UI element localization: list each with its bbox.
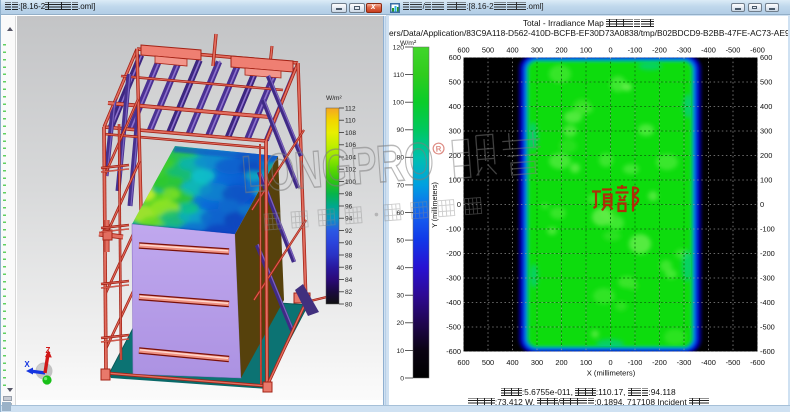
svg-text:600: 600 [449,53,461,62]
svg-text:88: 88 [345,252,353,259]
svg-text:-200: -200 [446,249,461,258]
svg-text:300: 300 [531,358,543,367]
svg-text:0: 0 [608,46,612,55]
svg-text:-400: -400 [701,358,716,367]
svg-text:Z: Z [46,346,51,355]
svg-text:500: 500 [760,78,772,87]
svg-text:108: 108 [345,130,356,137]
svg-text:500: 500 [482,46,494,55]
svg-text:100: 100 [393,100,405,107]
svg-text:80: 80 [345,301,353,308]
svg-text:200: 200 [555,358,567,367]
svg-text:100: 100 [580,358,592,367]
svg-text:0: 0 [760,200,764,209]
svg-text:X: X [24,360,30,369]
svg-text:-300: -300 [677,358,692,367]
svg-text:-100: -100 [760,225,775,234]
svg-text:-600: -600 [750,358,765,367]
svg-text:Y (millimeters): Y (millimeters) [430,182,439,228]
svg-text:200: 200 [449,151,461,160]
svg-text:400: 400 [760,102,772,111]
svg-text:0: 0 [457,200,461,209]
svg-text:112: 112 [345,105,356,112]
svg-text:100: 100 [345,179,356,186]
svg-text:20: 20 [396,320,404,327]
svg-text:84: 84 [345,277,353,284]
svg-text:-200: -200 [652,46,667,55]
svg-text:10: 10 [396,348,404,355]
svg-text:-500: -500 [726,46,741,55]
svg-text:104: 104 [345,154,356,161]
svg-text:-500: -500 [760,323,775,332]
svg-text:-200: -200 [652,358,667,367]
svg-text:82: 82 [345,289,353,296]
svg-text:86: 86 [345,265,353,272]
svg-text:500: 500 [449,78,461,87]
svg-text:300: 300 [531,46,543,55]
svg-text:-100: -100 [628,46,643,55]
svg-text:W/m²: W/m² [326,95,343,102]
svg-text:-600: -600 [760,347,775,356]
svg-text:200: 200 [555,46,567,55]
svg-text:-600: -600 [446,347,461,356]
svg-text:92: 92 [345,228,353,235]
svg-text:50: 50 [396,238,404,245]
svg-text:300: 300 [449,127,461,136]
svg-text:90: 90 [345,240,353,247]
svg-text:0: 0 [608,358,612,367]
svg-text:110: 110 [345,118,356,125]
svg-text:102: 102 [345,167,356,174]
svg-text:-400: -400 [446,298,461,307]
svg-text:106: 106 [345,142,356,149]
svg-text:-100: -100 [628,358,643,367]
svg-text:-400: -400 [701,46,716,55]
svg-text:70: 70 [396,182,404,189]
svg-text:300: 300 [760,127,772,136]
svg-text:40: 40 [396,265,404,272]
svg-text:500: 500 [482,358,494,367]
svg-text:-100: -100 [446,225,461,234]
svg-text:-400: -400 [760,298,775,307]
svg-text:-200: -200 [760,249,775,258]
svg-text:100: 100 [449,176,461,185]
svg-text:-500: -500 [446,323,461,332]
svg-text:400: 400 [506,358,518,367]
svg-text:60: 60 [396,210,404,217]
svg-text:X (millimeters): X (millimeters) [587,369,636,378]
svg-text:0: 0 [400,375,404,382]
svg-text:96: 96 [345,203,353,210]
svg-text:90: 90 [396,127,404,134]
svg-text:400: 400 [506,46,518,55]
svg-text:600: 600 [760,53,772,62]
svg-text:94: 94 [345,216,353,223]
svg-text:400: 400 [449,102,461,111]
svg-text:80: 80 [396,155,404,162]
svg-text:-300: -300 [677,46,692,55]
svg-text:600: 600 [457,358,469,367]
svg-text:200: 200 [760,151,772,160]
svg-text:120: 120 [393,44,405,51]
svg-text:-500: -500 [726,358,741,367]
svg-text:100: 100 [760,176,772,185]
svg-text:-300: -300 [760,274,775,283]
svg-text:-300: -300 [446,274,461,283]
svg-text:100: 100 [580,46,592,55]
svg-text:98: 98 [345,191,353,198]
svg-text:110: 110 [393,72,404,79]
svg-text:30: 30 [396,293,404,300]
